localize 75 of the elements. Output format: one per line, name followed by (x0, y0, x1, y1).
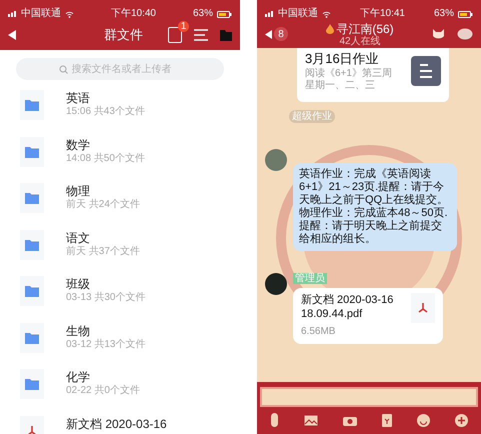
file-row[interactable]: 新文档 2020-03-16 (20, 416, 240, 434)
plus-icon[interactable] (455, 414, 468, 426)
file-meta: 15:06 共43个文件 (66, 106, 145, 118)
file-name: 语文 (66, 230, 91, 246)
back-arrow-icon (8, 30, 16, 40)
wifi-icon (65, 10, 74, 18)
back-arrow-icon (265, 30, 272, 38)
file-row[interactable]: 班级 03-13 共30个文件 (20, 276, 240, 322)
folder-icon (20, 136, 44, 166)
file-name: 物理 (66, 183, 91, 198)
file-meta: 03-13 共30个文件 (66, 292, 146, 304)
camera-icon[interactable] (343, 414, 357, 426)
message-bubble: 英语作业：完成《英语阅读6+1》21～23页.提醒：请于今天晚上之前于QQ上在线提交。物理作业：完成蓝本48～50页.提醒：请于明天晚上之前提交给相应的组长。 (293, 163, 457, 251)
folder-icon[interactable] (220, 30, 232, 40)
file-row[interactable]: 数学 14:08 共50个文件 (20, 136, 240, 183)
folder-icon (20, 230, 44, 260)
file-name: 数学 (66, 136, 91, 152)
battery-percent: 63% (434, 9, 454, 19)
back-button[interactable]: 8 (265, 27, 288, 41)
file-meta: 14:08 共50个文件 (66, 152, 145, 164)
file-name: 英语 (66, 90, 91, 106)
online-count: 42人在线 (339, 36, 381, 46)
file-name: 新文档 2020-03-16 18.09.44.pdf (301, 293, 394, 321)
file-row[interactable]: 生物 03-12 共13个文件 (20, 322, 240, 369)
avatar (265, 273, 287, 295)
search-icon (58, 64, 68, 74)
status-time: 下午10:41 (360, 9, 405, 19)
page-title: 群文件 (104, 26, 143, 44)
file-row[interactable]: 化学 02-22 共0个文件 (20, 369, 240, 416)
card-title: 3月16日作业 (305, 50, 380, 68)
sort-icon[interactable] (194, 29, 208, 41)
admin-badge: 管理员 (293, 273, 327, 284)
signal-icon (8, 11, 17, 17)
folder-icon (20, 276, 44, 306)
wifi-icon (322, 10, 331, 18)
card-text: 星期一、二、三 (305, 80, 376, 92)
file-size: 6.56MB (301, 325, 336, 339)
file-meta: 03-12 共13个文件 (66, 338, 146, 350)
cat-face-icon[interactable] (432, 28, 445, 40)
battery-icon (216, 10, 232, 18)
search-input[interactable]: 搜索文件名或者上传者 (72, 62, 182, 76)
file-name: 班级 (66, 276, 91, 292)
signal-icon (265, 11, 274, 17)
message-input[interactable] (260, 387, 478, 407)
file-name: 新文档 2020-03-16 (66, 416, 167, 432)
file-row[interactable]: 物理 前天 共24个文件 (20, 183, 240, 230)
folder-icon (20, 183, 44, 213)
folder-icon (20, 90, 44, 120)
notification-badge: 1 (178, 21, 189, 32)
status-time: 下午10:40 (110, 9, 156, 19)
unread-count: 8 (274, 27, 288, 41)
search-field[interactable]: 搜索文件名或者上传者 (16, 58, 224, 80)
pdf-file-icon (411, 293, 435, 323)
file-meta: 02-22 共0个文件 (66, 385, 140, 397)
carrier-name: 中国联通 (21, 9, 61, 19)
emoji-icon[interactable] (417, 414, 430, 426)
microphone-icon[interactable] (270, 413, 279, 427)
file-name: 生物 (66, 322, 91, 338)
file-meta: 前天 共24个文件 (66, 199, 140, 211)
image-icon[interactable] (304, 414, 318, 426)
battery-percent: 63% (192, 9, 213, 19)
battery-icon (458, 10, 473, 18)
carrier-name: 中国联通 (278, 9, 318, 19)
file-row[interactable]: 语文 前天 共37个文件 (20, 230, 240, 276)
folder-icon (20, 322, 44, 352)
file-bubble[interactable]: 新文档 2020-03-16 18.09.44.pdf 6.56MB (293, 288, 443, 344)
homework-card[interactable]: 3月16日作业 阅读《6+1》第三周 星期一、二、三 (297, 48, 449, 102)
chat-title: 寻江南(56) (336, 22, 394, 36)
folder-icon (20, 369, 44, 399)
document-icon (411, 56, 441, 86)
card-text: 阅读《6+1》第三周 (305, 68, 392, 80)
file-meta: 前天 共37个文件 (66, 246, 140, 258)
file-row[interactable]: 英语 15:06 共43个文件 (20, 90, 240, 136)
file-name: 化学 (66, 369, 91, 385)
avatar (265, 149, 287, 171)
